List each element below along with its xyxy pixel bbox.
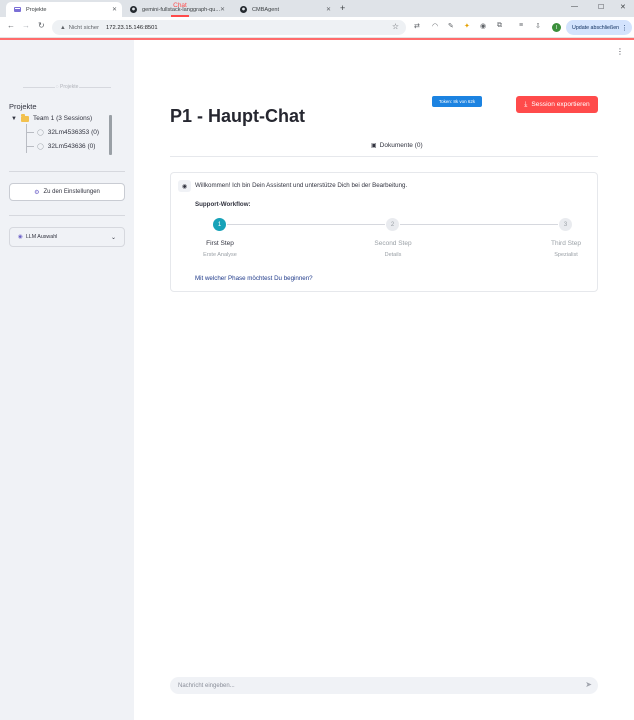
update-label: Update abschließen	[572, 24, 620, 31]
sidebar-section-label: ◌ Projekte	[9, 84, 125, 90]
sidebar-divider	[9, 171, 125, 172]
tab-documents-label: Dokumente (0)	[379, 142, 423, 149]
step-1-subtitle: Erste Analyse	[203, 252, 237, 258]
session-label: 32Lm4536353 (0)	[47, 129, 100, 136]
github-icon	[240, 6, 247, 13]
browser-tab-label: CMBAgent	[252, 6, 280, 13]
sidebar-divider	[9, 215, 125, 216]
profile-avatar[interactable]: I	[552, 23, 561, 32]
download-icon: ⤓	[524, 100, 528, 108]
reading-list-icon[interactable]: ≡	[519, 22, 523, 29]
extension-icon[interactable]: ◠	[432, 22, 438, 30]
page-title: P1 - Haupt-Chat	[170, 106, 305, 126]
projects-heading: Projekte	[9, 102, 37, 111]
close-tab-icon[interactable]: ✕	[326, 6, 331, 13]
bookmark-star-icon[interactable]: ☆	[392, 22, 399, 31]
forward-arrow-icon[interactable]: →	[22, 21, 30, 30]
browser-menu-icon[interactable]: ⋮	[621, 24, 628, 32]
step-2-label: Second Step	[374, 240, 412, 247]
minimize-window-icon[interactable]: —	[571, 3, 578, 10]
pen-icon[interactable]: ✎	[448, 22, 454, 30]
new-tab-icon[interactable]: +	[340, 3, 345, 13]
step-1-label: First Step	[206, 240, 234, 247]
warning-icon: ▲	[60, 24, 66, 31]
tree-scrollbar[interactable]	[109, 115, 112, 155]
update-button[interactable]: Update abschließen ⋮	[566, 20, 632, 35]
step-2-subtitle: Details	[384, 252, 402, 258]
maximize-window-icon[interactable]: ☐	[598, 3, 604, 11]
back-arrow-icon[interactable]: ←	[7, 21, 15, 30]
sparkle-icon[interactable]: ✦	[464, 22, 470, 30]
llm-select-expander[interactable]: ◉ LLM Auswahl ⌄	[9, 227, 125, 247]
workflow-title: Support-Workflow:	[195, 201, 251, 208]
browser-tab-cmbagent[interactable]: CMBAgent ✕	[232, 2, 336, 17]
chat-message: ◉ Willkommen! Ich bin Dein Assistent und…	[170, 172, 598, 292]
phase-question: Mit welcher Phase möchtest Du beginnen?	[195, 275, 313, 282]
close-tab-icon[interactable]: ✕	[112, 6, 117, 13]
step-3-label: Third Step	[551, 240, 581, 247]
token-usage-badge: Token: 8k von 62k	[432, 96, 482, 107]
llm-select-label: LLM Auswahl	[25, 234, 58, 240]
tree-item-label: Team 1 (3 Sessions)	[32, 115, 93, 122]
sidebar: ◌ Projekte Projekte ▼ Team 1 (3 Sessions…	[0, 40, 134, 720]
address-bar[interactable]: ▲ Nicht sicher 172.23.15.146:8501 ☆	[52, 20, 406, 35]
app-menu-icon[interactable]: ⋮	[616, 47, 624, 56]
translate-icon[interactable]: ⇄	[414, 22, 420, 30]
close-window-icon[interactable]: ✕	[620, 3, 626, 11]
send-icon[interactable]: ➤	[585, 680, 592, 689]
settings-button[interactable]: ⚙ Zu den Einstellungen	[9, 183, 125, 201]
tree-connector	[26, 146, 34, 147]
extension-icon[interactable]: ◉	[480, 22, 486, 30]
chat-bubble-icon: ◯	[37, 130, 44, 136]
browser-toolbar: ← → ↻ ▲ Nicht sicher 172.23.15.146:8501 …	[0, 17, 634, 38]
caret-down-icon[interactable]: ▼	[11, 116, 17, 122]
folder-icon	[20, 113, 29, 122]
tree-item-session[interactable]: ◯ 32Lm543636 (0)	[26, 143, 95, 150]
stepper-connector	[227, 224, 385, 225]
close-tab-icon[interactable]: ✕	[220, 6, 225, 13]
step-1-indicator[interactable]: 1	[213, 218, 226, 231]
chat-input-placeholder: Nachricht eingeben...	[178, 682, 235, 689]
session-label: 32Lm543636 (0)	[47, 143, 96, 150]
browser-tab-projekte[interactable]: Projekte ✕	[6, 2, 122, 17]
tree-item-team-1[interactable]: ▼ Team 1 (3 Sessions)	[11, 113, 93, 122]
security-label: Nicht sicher	[68, 24, 100, 31]
github-icon	[130, 6, 137, 13]
gear-icon: ⚙	[34, 189, 40, 196]
tab-chat[interactable]: Chat	[171, 2, 189, 17]
welcome-message: Willkommen! Ich bin Dein Assistent und u…	[195, 182, 408, 189]
app-favicon-icon	[14, 6, 21, 13]
step-3-indicator[interactable]: 3	[559, 218, 572, 231]
robot-icon: ◉	[18, 234, 23, 240]
reload-icon[interactable]: ↻	[38, 21, 45, 30]
document-icon: ▣	[371, 143, 377, 149]
security-indicator[interactable]: ▲ Nicht sicher	[60, 25, 99, 31]
chat-bubble-icon: ◯	[37, 144, 44, 150]
chat-input[interactable]: Nachricht eingeben... ➤	[170, 677, 598, 694]
tab-documents[interactable]: ▣ Dokumente (0)	[371, 142, 423, 157]
stepper-connector	[400, 224, 558, 225]
url-text: 172.23.15.146:8501	[106, 24, 158, 31]
chevron-down-icon[interactable]: ⌄	[111, 234, 116, 241]
export-button-label: Session exportieren	[531, 101, 590, 108]
settings-button-label: Zu den Einstellungen	[43, 189, 100, 195]
tree-item-session[interactable]: ◯ 32Lm4536353 (0)	[26, 129, 99, 136]
assistant-avatar-icon: ◉	[178, 180, 191, 192]
step-2-indicator[interactable]: 2	[386, 218, 399, 231]
step-3-subtitle: Spezialist	[554, 252, 578, 258]
download-icon[interactable]: ⇩	[535, 22, 541, 30]
browser-tab-label: Projekte	[26, 6, 47, 13]
export-session-button[interactable]: ⤓ Session exportieren	[516, 96, 598, 113]
puzzle-icon[interactable]: ⧉	[497, 22, 502, 30]
browser-tab-bar: Projekte ✕ gemini-fullstack-langgraph-qu…	[0, 0, 634, 17]
tree-connector	[26, 132, 34, 133]
